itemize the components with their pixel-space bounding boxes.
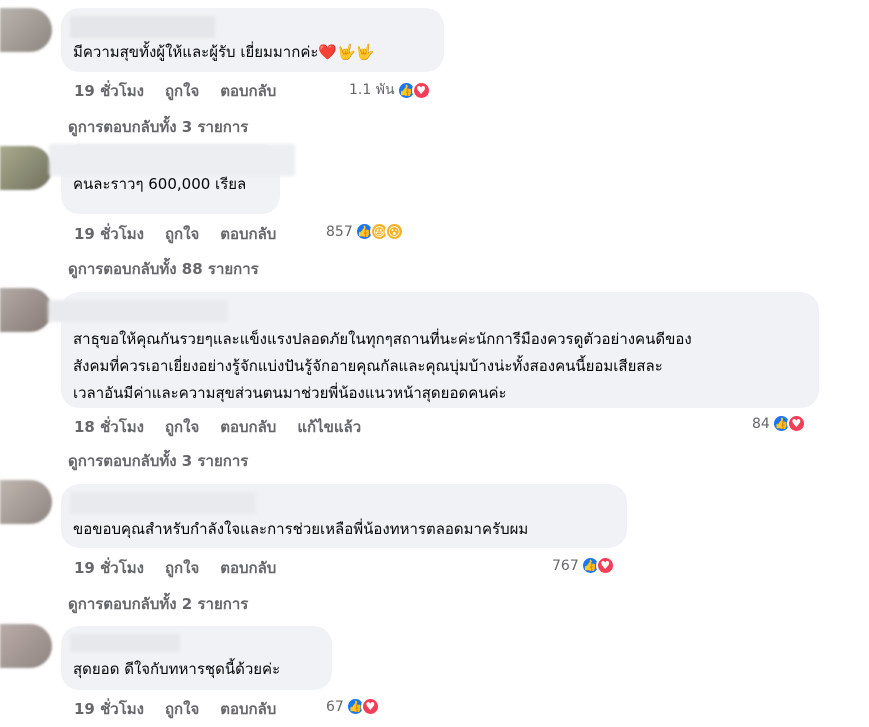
comment-text: ขอขอบคุณสำหรับกำลังใจและการช่วยเหลือพี่น… (73, 520, 529, 538)
timestamp-link[interactable]: 19 ชั่วโมง (74, 222, 144, 246)
reply-button[interactable]: ตอบกลับ (220, 222, 276, 246)
reaction-summary[interactable]: 67 👍 ♥ (326, 697, 380, 716)
comment-bubble: ขอขอบคุณสำหรับกำลังใจและการช่วยเหลือพี่น… (61, 484, 627, 548)
timestamp-link[interactable]: 19 ชั่วโมง (74, 79, 144, 103)
author-name-redacted[interactable] (70, 492, 256, 514)
like-button[interactable]: ถูกใจ (165, 222, 199, 246)
edited-label: แก้ไขแล้ว (297, 418, 362, 436)
author-name-redacted[interactable] (70, 634, 180, 652)
avatar[interactable] (0, 480, 52, 524)
like-button[interactable]: ถูกใจ (165, 556, 199, 580)
view-replies-link[interactable]: ดูการตอบกลับทั้ง 2 รายการ (68, 592, 248, 616)
reaction-count: 67 (326, 698, 344, 715)
reaction-summary[interactable]: 1.1 พัน 👍 ♥ (349, 79, 431, 101)
comment-actions: 18 ชั่วโมง ถูกใจ ตอบกลับ แก้ไขแล้ว (74, 415, 382, 439)
comment-actions: 19 ชั่วโมง ถูกใจ ตอบกลับ (74, 222, 297, 246)
author-name-redacted[interactable] (70, 16, 215, 38)
comment-bubble: คนละราวๆ 600,000 เรียล (49, 144, 295, 214)
comment-actions: 19 ชั่วโมง ถูกใจ ตอบกลับ (74, 697, 297, 721)
reaction-count: 857 (326, 223, 353, 240)
reply-button[interactable]: ตอบกลับ (220, 79, 276, 103)
reaction-count: 84 (752, 415, 770, 432)
comment-text: มีความสุขทั้งผู้ให้และผู้รับ เยี่ยมมากค่… (73, 43, 375, 61)
reaction-count: 1.1 พัน (349, 82, 395, 98)
love-icon: ♥ (411, 80, 431, 100)
comment-thread: มีความสุขทั้งผู้ให้และผู้รับ เยี่ยมมากค่… (0, 0, 869, 727)
timestamp-link[interactable]: 19 ชั่วโมง (74, 697, 144, 721)
reply-button[interactable]: ตอบกลับ (220, 415, 276, 439)
reaction-summary[interactable]: 767 👍 ♥ (552, 556, 615, 575)
like-button[interactable]: ถูกใจ (165, 697, 199, 721)
avatar[interactable] (0, 8, 52, 52)
reaction-summary[interactable]: 84 👍 ♥ (752, 414, 806, 433)
comment-actions: 19 ชั่วโมง ถูกใจ ตอบกลับ (74, 556, 297, 580)
comment-actions: 19 ชั่วโมง ถูกใจ ตอบกลับ (74, 79, 297, 103)
timestamp-link[interactable]: 18 ชั่วโมง (74, 415, 144, 439)
view-replies-link[interactable]: ดูการตอบกลับทั้ง 88 รายการ (68, 257, 259, 281)
love-icon: ♥ (360, 697, 380, 716)
avatar[interactable] (0, 288, 52, 332)
love-icon: ♥ (595, 556, 615, 575)
comment-bubble: มีความสุขทั้งผู้ให้และผู้รับ เยี่ยมมากค่… (61, 8, 444, 72)
timestamp-link[interactable]: 19 ชั่วโมง (74, 556, 144, 580)
author-name-redacted[interactable] (49, 144, 295, 176)
author-name-redacted[interactable] (48, 300, 228, 322)
comment-bubble: สาธุขอให้คุณกันรวยๆและแข็งแรงปลอดภัยในทุ… (48, 292, 819, 408)
avatar[interactable] (0, 146, 52, 190)
reaction-summary[interactable]: 857 👍 😆 😮 (326, 222, 404, 241)
reply-button[interactable]: ตอบกลับ (220, 556, 276, 580)
reply-button[interactable]: ตอบกลับ (220, 697, 276, 721)
view-replies-link[interactable]: ดูการตอบกลับทั้ง 3 รายการ (68, 449, 248, 473)
like-button[interactable]: ถูกใจ (165, 79, 199, 103)
avatar[interactable] (0, 624, 52, 668)
comment-text: สุดยอด ดีใจกับทหารชุดนี้ด้วยค่ะ (73, 660, 281, 678)
wow-icon: 😮 (384, 222, 404, 241)
comment-text: สาธุขอให้คุณกันรวยๆและแข็งแรงปลอดภัยในทุ… (73, 330, 692, 402)
comment-bubble: สุดยอด ดีใจกับทหารชุดนี้ด้วยค่ะ (61, 626, 332, 690)
view-replies-link[interactable]: ดูการตอบกลับทั้ง 3 รายการ (68, 115, 248, 139)
reaction-count: 767 (552, 557, 579, 574)
love-icon: ♥ (786, 414, 806, 433)
like-button[interactable]: ถูกใจ (165, 415, 199, 439)
